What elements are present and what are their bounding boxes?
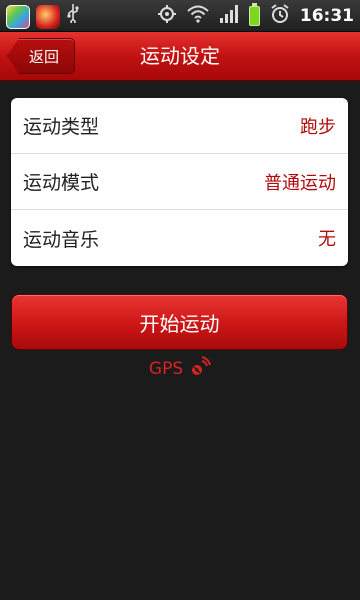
setting-row-sport-mode[interactable]: 运动模式 普通运动 [11,154,348,210]
status-clock: 16:31 [299,6,354,26]
setting-value: 普通运动 [264,172,336,194]
setting-label: 运动模式 [23,172,100,194]
usb-icon [66,3,80,30]
status-bar-system: 16:31 [157,3,354,29]
setting-label: 运动类型 [23,116,100,138]
setting-value: 无 [318,229,336,250]
title-bar: 运动设定 返回 [0,32,360,81]
setting-value: 跑步 [300,116,336,138]
app-grid-icon [6,4,30,29]
setting-row-sport-music[interactable]: 运动音乐 无 [11,210,348,266]
gps-satellite-icon [189,356,212,382]
settings-card: 运动类型 跑步 运动模式 普通运动 运动音乐 无 [11,98,348,266]
status-bar-notifications [6,3,80,30]
battery-charging-icon [248,3,260,26]
wifi-icon [187,5,209,27]
alarm-icon [270,4,290,28]
setting-label: 运动音乐 [23,228,100,251]
start-sport-button[interactable]: 开始运动 [11,294,348,350]
app-bird-icon [36,4,60,29]
setting-row-sport-type[interactable]: 运动类型 跑步 [11,98,348,154]
gps-status: GPS [0,356,360,382]
signal-icon [219,4,239,28]
gps-label: GPS [148,359,184,379]
status-bar: 16:31 [0,0,360,32]
back-button[interactable]: 返回 [7,38,75,74]
gps-target-icon [157,4,177,28]
